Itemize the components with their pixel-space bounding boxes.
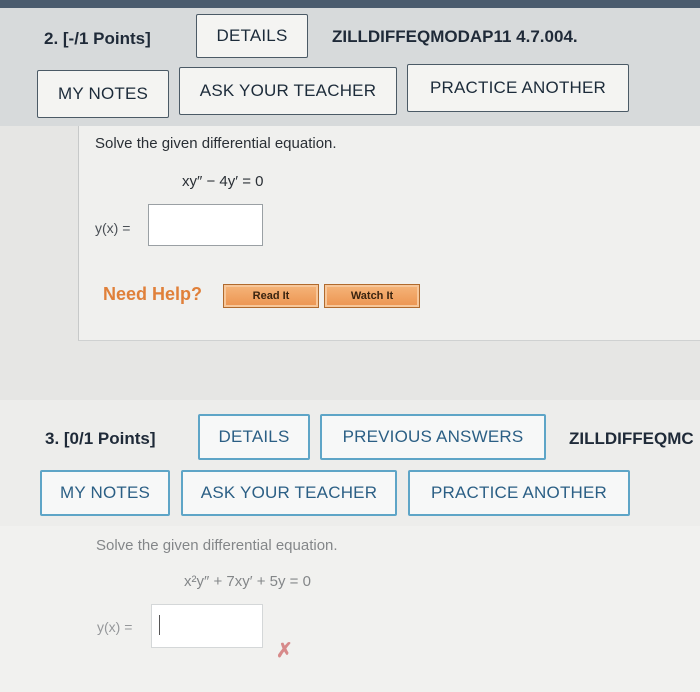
question-2-code: ZILLDIFFEQMODAP11 4.7.004. bbox=[332, 27, 578, 46]
question-3-code: ZILLDIFFEQMC bbox=[569, 429, 694, 448]
practice-another-button[interactable]: PRACTICE ANOTHER bbox=[407, 64, 629, 112]
details-button[interactable]: DETAILS bbox=[198, 414, 310, 460]
read-it-button[interactable]: Read It bbox=[223, 284, 319, 308]
details-button[interactable]: DETAILS bbox=[196, 14, 308, 58]
need-help-label: Need Help? bbox=[103, 284, 203, 304]
answer-input[interactable] bbox=[148, 204, 263, 246]
question-3-equation: x²y″ + 7xy′ + 5y = 0 bbox=[184, 573, 311, 590]
answer-label: y(x) = bbox=[97, 619, 133, 635]
question-2-equation: xy″ − 4y′ = 0 bbox=[182, 173, 264, 190]
my-notes-button[interactable]: MY NOTES bbox=[40, 470, 170, 516]
question-3-points: 3. [0/1 Points] bbox=[45, 429, 156, 448]
my-notes-button[interactable]: MY NOTES bbox=[37, 70, 169, 118]
question-3-prompt: Solve the given differential equation. bbox=[96, 537, 338, 554]
answer-label: y(x) = bbox=[95, 220, 131, 236]
previous-answers-button[interactable]: PREVIOUS ANSWERS bbox=[320, 414, 546, 460]
ask-your-teacher-button[interactable]: ASK YOUR TEACHER bbox=[179, 67, 397, 115]
question-2-prompt: Solve the given differential equation. bbox=[95, 135, 337, 152]
window-top-strip bbox=[0, 0, 700, 8]
incorrect-x-icon: ✗ bbox=[276, 640, 293, 662]
text-caret bbox=[159, 615, 160, 635]
answer-input[interactable] bbox=[151, 604, 263, 648]
ask-your-teacher-button[interactable]: ASK YOUR TEACHER bbox=[181, 470, 397, 516]
watch-it-button[interactable]: Watch It bbox=[324, 284, 420, 308]
question-2-points: 2. [-/1 Points] bbox=[44, 29, 151, 48]
practice-another-button[interactable]: PRACTICE ANOTHER bbox=[408, 470, 630, 516]
